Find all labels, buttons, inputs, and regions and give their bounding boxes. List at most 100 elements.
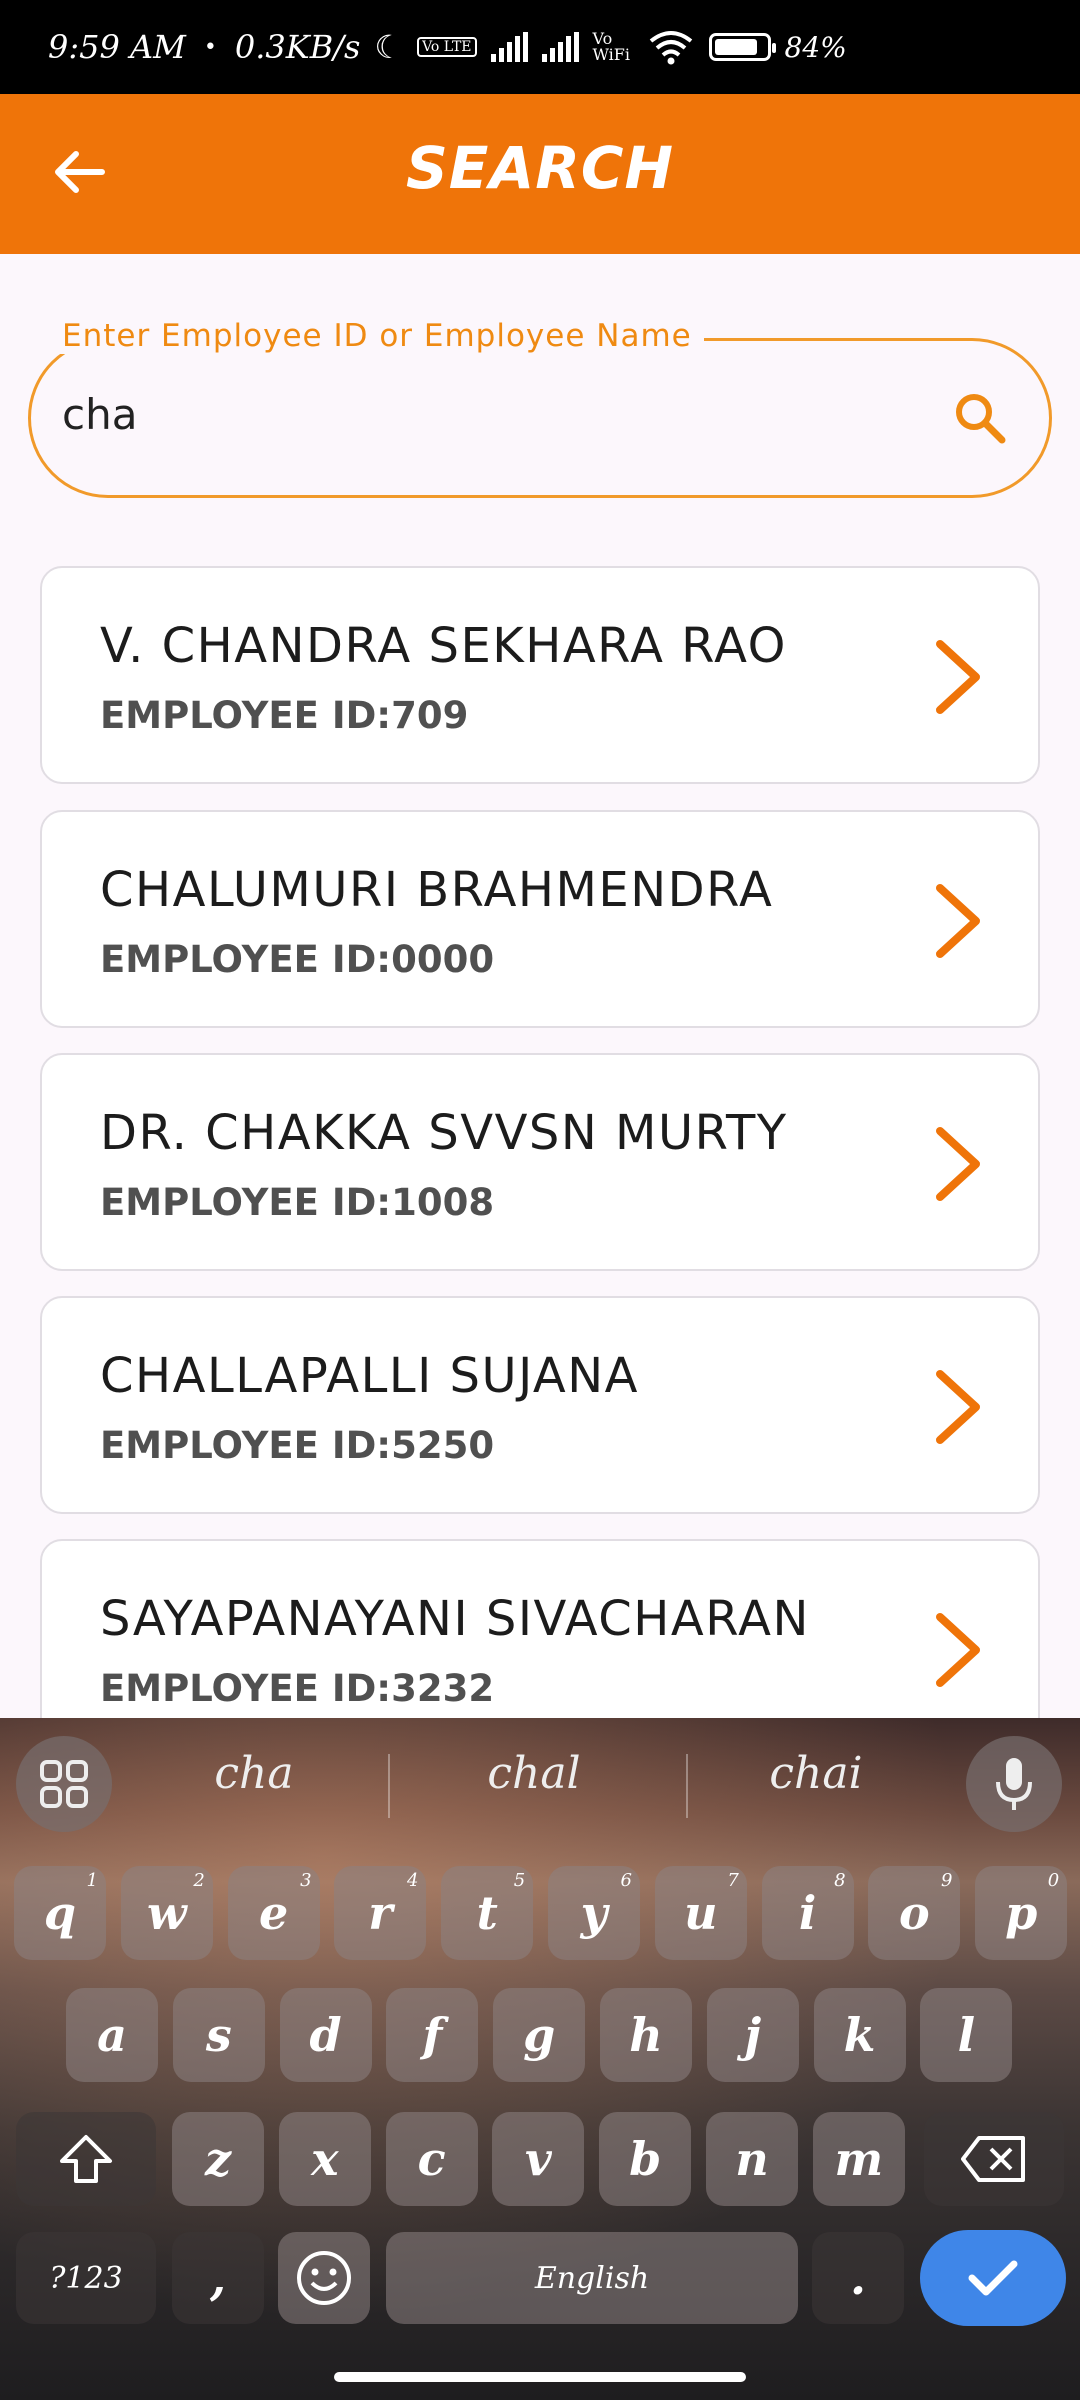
app-bar: SEARCH [0, 94, 1080, 254]
key-hint: 5 [513, 1870, 526, 1891]
key-label: v [525, 2132, 552, 2186]
apps-grid-icon[interactable] [16, 1736, 112, 1832]
key-z[interactable]: z [172, 2112, 264, 2206]
suggestion-divider [686, 1754, 688, 1818]
shift-key[interactable] [16, 2112, 156, 2206]
search-label: Enter Employee ID or Employee Name [50, 318, 704, 354]
chevron-right-icon [936, 884, 980, 958]
backspace-key[interactable] [924, 2112, 1064, 2206]
key-s[interactable]: s [172, 1988, 265, 2082]
search-icon[interactable] [950, 388, 1010, 448]
employee-id: EMPLOYEE ID:5250 [100, 1424, 495, 1467]
key-r[interactable]: r4 [334, 1866, 427, 1960]
key-label: a [97, 2008, 127, 2062]
key-label: n [735, 2132, 769, 2186]
key-m[interactable]: m [812, 2112, 905, 2206]
key-label: s [205, 2008, 232, 2062]
employee-id: EMPLOYEE ID:0000 [100, 938, 495, 981]
key-x[interactable]: x [278, 2112, 371, 2206]
gesture-nav-bar[interactable] [334, 2372, 746, 2382]
status-bar: 9:59 AM • 0.3KB/s ☾ Vo LTE Vo WiFi 84% [0, 0, 1080, 94]
key-v[interactable]: v [492, 2112, 585, 2206]
key-t[interactable]: t5 [441, 1866, 534, 1960]
status-dot: • [203, 34, 217, 60]
key-j[interactable]: j [706, 1988, 799, 2082]
signal-icon-1 [490, 32, 528, 62]
chevron-right-icon [936, 640, 980, 714]
key-hint: 3 [300, 1870, 312, 1891]
search-value[interactable]: cha [62, 390, 137, 439]
key-label: x [311, 2132, 339, 2186]
key-d[interactable]: d [279, 1988, 372, 2082]
space-key[interactable]: English [386, 2232, 798, 2324]
employee-id: EMPLOYEE ID:1008 [100, 1181, 495, 1224]
key-u[interactable]: u7 [654, 1866, 747, 1960]
key-hint: 6 [620, 1870, 632, 1891]
key-label: d [309, 2008, 342, 2062]
key-label: b [629, 2132, 662, 2186]
page-title: SEARCH [405, 134, 675, 202]
key-label: h [629, 2008, 663, 2062]
key-f[interactable]: f [386, 1988, 479, 2082]
result-card-2[interactable]: CHALUMURI BRAHMENDRA EMPLOYEE ID:0000 [40, 810, 1040, 1028]
key-label: z [204, 2132, 232, 2186]
key-label: f [422, 2008, 443, 2062]
key-o[interactable]: o9 [868, 1866, 961, 1960]
employee-id: EMPLOYEE ID:709 [100, 694, 469, 737]
key-label: q [43, 1886, 77, 1940]
key-h[interactable]: h [600, 1988, 692, 2082]
key-c[interactable]: c [385, 2112, 478, 2206]
employee-name: CHALUMURI BRAHMENDRA [100, 862, 774, 918]
key-p[interactable]: p0 [975, 1866, 1068, 1960]
suggestion-bar: cha chal chai [0, 1718, 1080, 1846]
key-label: e [258, 1886, 289, 1940]
moon-icon: ☾ [374, 28, 404, 66]
key-hint: 9 [940, 1870, 953, 1891]
signal-icon-2 [541, 32, 579, 62]
employee-name: SAYAPANAYANI SIVACHARAN [100, 1591, 810, 1647]
microphone-icon[interactable] [966, 1736, 1062, 1832]
search-input[interactable] [28, 338, 1052, 498]
result-card-1[interactable]: V. CHANDRA SEKHARA RAO EMPLOYEE ID:709 [40, 566, 1040, 784]
chevron-right-icon [936, 1370, 980, 1444]
period-key[interactable]: . [812, 2232, 904, 2324]
battery-icon [708, 33, 776, 61]
key-q[interactable]: q1 [14, 1866, 106, 1960]
comma-key[interactable]: , [172, 2232, 264, 2324]
suggestion-divider [388, 1754, 390, 1818]
key-k[interactable]: k [813, 1988, 906, 2082]
key-label: r [368, 1886, 393, 1940]
key-i[interactable]: i8 [761, 1866, 854, 1960]
key-l[interactable]: l [920, 1988, 1013, 2082]
key-label: c [417, 2132, 446, 2186]
key-e[interactable]: e3 [227, 1866, 320, 1960]
key-g[interactable]: g [493, 1988, 586, 2082]
suggestion-3[interactable]: chai [696, 1748, 936, 1799]
key-n[interactable]: n [706, 2112, 798, 2206]
chevron-right-icon [936, 1613, 980, 1687]
result-card-4[interactable]: CHALLAPALLI SUJANA EMPLOYEE ID:5250 [40, 1296, 1040, 1514]
key-label: k [843, 2008, 876, 2062]
key-a[interactable]: a [66, 1988, 158, 2082]
result-card-3[interactable]: DR. CHAKKA SVVSN MURTY EMPLOYEE ID:1008 [40, 1053, 1040, 1271]
symbols-key[interactable]: ?123 [16, 2232, 156, 2324]
key-y[interactable]: y6 [548, 1866, 640, 1960]
enter-key[interactable] [920, 2230, 1066, 2326]
suggestion-2[interactable]: chal [414, 1748, 654, 1799]
key-b[interactable]: b [599, 2112, 692, 2206]
key-label: u [684, 1886, 718, 1940]
key-w[interactable]: w2 [120, 1866, 213, 1960]
status-time: 9:59 AM [48, 28, 186, 66]
employee-name: DR. CHAKKA SVVSN MURTY [100, 1105, 788, 1161]
key-label: l [957, 2008, 976, 2062]
vowifi-icon: Vo WiFi [592, 29, 631, 64]
key-hint: 4 [406, 1870, 419, 1891]
suggestion-1[interactable]: cha [134, 1748, 374, 1799]
key-label: y [580, 1886, 608, 1940]
key-label: m [834, 2132, 884, 2186]
key-label: g [523, 2008, 556, 2062]
emoji-key[interactable] [278, 2232, 370, 2324]
employee-name: V. CHANDRA SEKHARA RAO [100, 618, 787, 674]
chevron-right-icon [936, 1127, 980, 1201]
key-label: w [146, 1886, 187, 1940]
